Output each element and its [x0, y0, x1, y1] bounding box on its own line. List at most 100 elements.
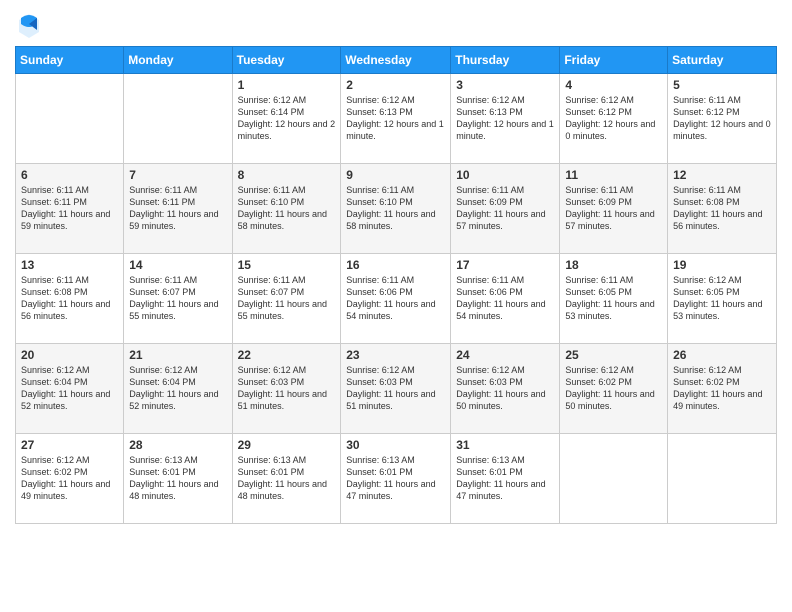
day-number: 26	[673, 348, 771, 362]
day-number: 8	[238, 168, 336, 182]
cell-info: Sunrise: 6:13 AMSunset: 6:01 PMDaylight:…	[456, 454, 554, 503]
day-number: 11	[565, 168, 662, 182]
day-number: 1	[238, 78, 336, 92]
calendar-cell: 4 Sunrise: 6:12 AMSunset: 6:12 PMDaylight…	[560, 74, 668, 164]
day-number: 20	[21, 348, 118, 362]
calendar-cell: 21Sunrise: 6:12 AMSunset: 6:04 PMDayligh…	[124, 344, 232, 434]
cell-info: Sunrise: 6:11 AMSunset: 6:06 PMDaylight:…	[456, 274, 554, 323]
cell-info: Sunrise: 6:12 AMSunset: 6:03 PMDaylight:…	[238, 364, 336, 413]
day-number: 22	[238, 348, 336, 362]
cell-info: Sunrise: 6:12 AMSunset: 6:04 PMDaylight:…	[21, 364, 118, 413]
calendar-cell: 9 Sunrise: 6:11 AMSunset: 6:10 PMDaylight…	[341, 164, 451, 254]
calendar-cell: 12 Sunrise: 6:11 AMSunset: 6:08 PMDayligh…	[668, 164, 777, 254]
day-number: 29	[238, 438, 336, 452]
day-number: 27	[21, 438, 118, 452]
weekday-header-saturday: Saturday	[668, 47, 777, 74]
calendar-cell: 28 Sunrise: 6:13 AMSunset: 6:01 PMDayligh…	[124, 434, 232, 524]
day-number: 7	[129, 168, 226, 182]
cell-info: Sunrise: 6:12 AMSunset: 6:02 PMDaylight:…	[673, 364, 771, 413]
cell-info: Sunrise: 6:11 AMSunset: 6:10 PMDaylight:…	[238, 184, 336, 233]
cell-info: Sunrise: 6:11 AMSunset: 6:08 PMDaylight:…	[21, 274, 118, 323]
cell-info: Sunrise: 6:11 AMSunset: 6:07 PMDaylight:…	[129, 274, 226, 323]
day-number: 14	[129, 258, 226, 272]
calendar-cell: 29 Sunrise: 6:13 AMSunset: 6:01 PMDayligh…	[232, 434, 341, 524]
day-number: 15	[238, 258, 336, 272]
day-number: 3	[456, 78, 554, 92]
cell-info: Sunrise: 6:12 AMSunset: 6:03 PMDaylight:…	[456, 364, 554, 413]
calendar-cell	[124, 74, 232, 164]
cell-info: Sunrise: 6:12 AMSunset: 6:13 PMDaylight:…	[456, 94, 554, 143]
cell-info: Sunrise: 6:12 AMSunset: 6:14 PMDaylight:…	[238, 94, 336, 143]
day-number: 12	[673, 168, 771, 182]
calendar-cell: 3 Sunrise: 6:12 AMSunset: 6:13 PMDaylight…	[451, 74, 560, 164]
day-number: 2	[346, 78, 445, 92]
calendar-cell: 27 Sunrise: 6:12 AMSunset: 6:02 PMDayligh…	[16, 434, 124, 524]
cell-info: Sunrise: 6:13 AMSunset: 6:01 PMDaylight:…	[346, 454, 445, 503]
day-number: 6	[21, 168, 118, 182]
cell-info: Sunrise: 6:11 AMSunset: 6:08 PMDaylight:…	[673, 184, 771, 233]
calendar-cell: 16 Sunrise: 6:11 AMSunset: 6:06 PMDayligh…	[341, 254, 451, 344]
cell-info: Sunrise: 6:12 AMSunset: 6:12 PMDaylight:…	[565, 94, 662, 143]
calendar-cell: 8 Sunrise: 6:11 AMSunset: 6:10 PMDaylight…	[232, 164, 341, 254]
weekday-header-friday: Friday	[560, 47, 668, 74]
calendar-cell: 22 Sunrise: 6:12 AMSunset: 6:03 PMDayligh…	[232, 344, 341, 434]
calendar-cell: 6 Sunrise: 6:11 AMSunset: 6:11 PMDaylight…	[16, 164, 124, 254]
cell-info: Sunrise: 6:11 AMSunset: 6:09 PMDaylight:…	[456, 184, 554, 233]
cell-info: Sunrise: 6:12 AMSunset: 6:13 PMDaylight:…	[346, 94, 445, 143]
calendar-cell: 7 Sunrise: 6:11 AMSunset: 6:11 PMDaylight…	[124, 164, 232, 254]
day-number: 25	[565, 348, 662, 362]
calendar-cell: 1 Sunrise: 6:12 AMSunset: 6:14 PMDaylight…	[232, 74, 341, 164]
calendar-cell: 14 Sunrise: 6:11 AMSunset: 6:07 PMDayligh…	[124, 254, 232, 344]
cell-info: Sunrise: 6:11 AMSunset: 6:05 PMDaylight:…	[565, 274, 662, 323]
day-number: 31	[456, 438, 554, 452]
calendar-cell	[668, 434, 777, 524]
day-number: 23	[346, 348, 445, 362]
calendar-cell: 23Sunrise: 6:12 AMSunset: 6:03 PMDayligh…	[341, 344, 451, 434]
calendar-cell: 24 Sunrise: 6:12 AMSunset: 6:03 PMDayligh…	[451, 344, 560, 434]
day-number: 4	[565, 78, 662, 92]
calendar-cell: 10 Sunrise: 6:11 AMSunset: 6:09 PMDayligh…	[451, 164, 560, 254]
weekday-header-wednesday: Wednesday	[341, 47, 451, 74]
calendar-cell: 11 Sunrise: 6:11 AMSunset: 6:09 PMDayligh…	[560, 164, 668, 254]
cell-info: Sunrise: 6:11 AMSunset: 6:12 PMDaylight:…	[673, 94, 771, 143]
calendar-cell: 17 Sunrise: 6:11 AMSunset: 6:06 PMDayligh…	[451, 254, 560, 344]
day-number: 5	[673, 78, 771, 92]
weekday-header-sunday: Sunday	[16, 47, 124, 74]
cell-info: Sunrise: 6:12 AMSunset: 6:05 PMDaylight:…	[673, 274, 771, 323]
cell-info: Sunrise: 6:11 AMSunset: 6:10 PMDaylight:…	[346, 184, 445, 233]
cell-info: Sunrise: 6:11 AMSunset: 6:09 PMDaylight:…	[565, 184, 662, 233]
calendar-table: SundayMondayTuesdayWednesdayThursdayFrid…	[15, 46, 777, 524]
calendar-cell	[560, 434, 668, 524]
day-number: 19	[673, 258, 771, 272]
day-number: 24	[456, 348, 554, 362]
cell-info: Sunrise: 6:11 AMSunset: 6:06 PMDaylight:…	[346, 274, 445, 323]
calendar-cell	[16, 74, 124, 164]
calendar-cell: 18Sunrise: 6:11 AMSunset: 6:05 PMDayligh…	[560, 254, 668, 344]
day-number: 16	[346, 258, 445, 272]
calendar-cell: 13 Sunrise: 6:11 AMSunset: 6:08 PMDayligh…	[16, 254, 124, 344]
calendar-cell: 15 Sunrise: 6:11 AMSunset: 6:07 PMDayligh…	[232, 254, 341, 344]
calendar-cell: 30 Sunrise: 6:13 AMSunset: 6:01 PMDayligh…	[341, 434, 451, 524]
cell-info: Sunrise: 6:12 AMSunset: 6:04 PMDaylight:…	[129, 364, 226, 413]
cell-info: Sunrise: 6:12 AMSunset: 6:02 PMDaylight:…	[21, 454, 118, 503]
day-number: 30	[346, 438, 445, 452]
cell-info: Sunrise: 6:11 AMSunset: 6:11 PMDaylight:…	[129, 184, 226, 233]
day-number: 9	[346, 168, 445, 182]
cell-info: Sunrise: 6:11 AMSunset: 6:07 PMDaylight:…	[238, 274, 336, 323]
cell-info: Sunrise: 6:11 AMSunset: 6:11 PMDaylight:…	[21, 184, 118, 233]
day-number: 13	[21, 258, 118, 272]
calendar-cell: 20 Sunrise: 6:12 AMSunset: 6:04 PMDayligh…	[16, 344, 124, 434]
weekday-header-thursday: Thursday	[451, 47, 560, 74]
calendar-cell: 5 Sunrise: 6:11 AMSunset: 6:12 PMDaylight…	[668, 74, 777, 164]
day-number: 28	[129, 438, 226, 452]
cell-info: Sunrise: 6:12 AMSunset: 6:02 PMDaylight:…	[565, 364, 662, 413]
calendar-cell: 19 Sunrise: 6:12 AMSunset: 6:05 PMDayligh…	[668, 254, 777, 344]
cell-info: Sunrise: 6:13 AMSunset: 6:01 PMDaylight:…	[129, 454, 226, 503]
weekday-header-tuesday: Tuesday	[232, 47, 341, 74]
day-number: 10	[456, 168, 554, 182]
calendar-cell: 2 Sunrise: 6:12 AMSunset: 6:13 PMDaylight…	[341, 74, 451, 164]
logo	[15, 10, 47, 38]
cell-info: Sunrise: 6:13 AMSunset: 6:01 PMDaylight:…	[238, 454, 336, 503]
day-number: 17	[456, 258, 554, 272]
calendar-cell: 25 Sunrise: 6:12 AMSunset: 6:02 PMDayligh…	[560, 344, 668, 434]
